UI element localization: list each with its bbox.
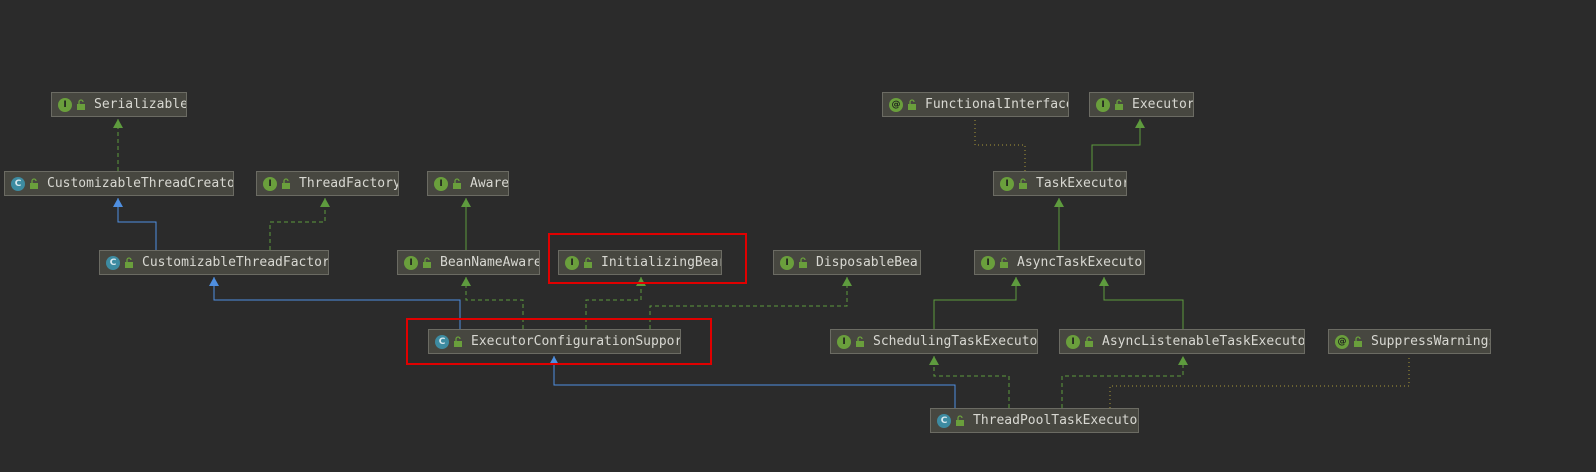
unlocked-icon: [423, 256, 431, 268]
unlocked-icon: [799, 256, 807, 268]
edge-arrowhead: [1054, 198, 1064, 207]
node-label: BeanNameAware: [440, 255, 540, 270]
node-label: AsyncTaskExecutor: [1017, 255, 1145, 270]
node-label: ThreadFactory: [299, 176, 399, 191]
interface-icon: I: [263, 176, 277, 191]
edge-async-listenable-task-executor-to-async-task-executor: [1103, 277, 1184, 329]
edge-thread-pool-task-executor-to-async-listenable-task-executor: [1061, 356, 1184, 408]
node-label: ThreadPoolTaskExecuto: [973, 413, 1138, 428]
node-label: SchedulingTaskExecuto: [873, 334, 1038, 349]
unlocked-icon: [1085, 335, 1093, 347]
interface-icon: I: [58, 97, 72, 112]
interface-icon: I: [1096, 97, 1110, 112]
node-label: CustomizableThreadCreato: [47, 176, 234, 191]
edges-layer: [113, 119, 1410, 408]
node-async-task-executor[interactable]: I AsyncTaskExecutor: [974, 250, 1145, 275]
edge-arrowhead: [842, 277, 852, 286]
edge-arrowhead: [209, 277, 219, 286]
edge-arrowhead: [113, 198, 123, 207]
edge-arrowhead: [929, 356, 939, 365]
node-customizable-thread-creator[interactable]: C CustomizableThreadCreato: [4, 171, 234, 196]
edge-arrowhead: [1135, 119, 1145, 128]
edge-arrowhead: [461, 277, 471, 286]
node-suppress-warnings[interactable]: @ SuppressWarnings: [1328, 329, 1491, 354]
node-label: Serializable: [94, 97, 187, 112]
node-label: SuppressWarnings: [1371, 334, 1491, 349]
unlocked-icon: [453, 177, 461, 189]
node-thread-pool-task-executor[interactable]: C ThreadPoolTaskExecuto: [930, 408, 1139, 433]
unlocked-icon: [908, 98, 916, 110]
edge-arrowhead: [1178, 356, 1188, 365]
annotation-icon: @: [889, 97, 903, 112]
node-aware[interactable]: I Aware: [427, 171, 509, 196]
node-serializable[interactable]: I Serializable: [51, 92, 187, 117]
node-label: AsyncListenableTaskExecuto: [1102, 334, 1305, 349]
node-functional-interface[interactable]: @ FunctionalInterface: [882, 92, 1069, 117]
interface-icon: I: [1066, 334, 1080, 349]
edge-scheduling-task-executor-to-async-task-executor: [933, 277, 1017, 329]
edge-task-executor-to-functional-interface: [974, 119, 1026, 171]
highlight-box-executor-configuration-support: [406, 318, 712, 365]
unlocked-icon: [856, 335, 864, 347]
node-label: FunctionalInterface: [925, 97, 1069, 112]
class-icon: C: [937, 413, 951, 428]
edge-arrowhead: [461, 198, 471, 207]
interface-icon: I: [981, 255, 995, 270]
annotation-icon: @: [1335, 334, 1349, 349]
unlocked-icon: [1019, 177, 1027, 189]
edge-thread-pool-task-executor-to-scheduling-task-executor: [933, 356, 1010, 408]
unlocked-icon: [282, 177, 290, 189]
node-bean-name-aware[interactable]: I BeanNameAware: [397, 250, 540, 275]
node-label: CustomizableThreadFactor: [142, 255, 329, 270]
interface-icon: I: [837, 334, 851, 349]
node-label: Executor: [1132, 97, 1194, 112]
unlocked-icon: [30, 177, 38, 189]
edge-arrowhead: [113, 119, 123, 128]
node-scheduling-task-executor[interactable]: I SchedulingTaskExecuto: [830, 329, 1038, 354]
node-disposable-bean[interactable]: I DisposableBear: [773, 250, 921, 275]
node-label: DisposableBear: [816, 255, 921, 270]
edge-arrowhead: [1011, 277, 1021, 286]
node-executor[interactable]: I Executor: [1089, 92, 1194, 117]
interface-icon: I: [434, 176, 448, 191]
edge-customizable-thread-factory-to-customizable-thread-creator: [117, 198, 157, 250]
unlocked-icon: [1115, 98, 1123, 110]
class-diagram: I Serializable C CustomizableThreadCreato I T…: [0, 0, 1596, 472]
edge-task-executor-to-executor: [1091, 119, 1141, 171]
edge-customizable-thread-factory-to-thread-factory: [269, 198, 326, 250]
interface-icon: I: [780, 255, 794, 270]
unlocked-icon: [1000, 256, 1008, 268]
class-icon: C: [106, 255, 120, 270]
node-async-listenable-task-executor[interactable]: I AsyncListenableTaskExecuto: [1059, 329, 1305, 354]
node-label: Aware: [470, 176, 509, 191]
highlight-box-initializing-bean: [548, 233, 747, 284]
node-label: TaskExecutor: [1036, 176, 1127, 191]
node-thread-factory[interactable]: I ThreadFactory: [256, 171, 399, 196]
class-icon: C: [11, 176, 25, 191]
interface-icon: I: [1000, 176, 1014, 191]
edge-arrowhead: [320, 198, 330, 207]
unlocked-icon: [77, 98, 85, 110]
interface-icon: I: [404, 255, 418, 270]
unlocked-icon: [956, 414, 964, 426]
unlocked-icon: [1354, 335, 1362, 347]
unlocked-icon: [125, 256, 133, 268]
edge-thread-pool-task-executor-to-suppress-warnings: [1109, 356, 1410, 408]
node-customizable-thread-factory[interactable]: C CustomizableThreadFactor: [99, 250, 329, 275]
edge-arrowhead: [1099, 277, 1109, 286]
node-task-executor[interactable]: I TaskExecutor: [993, 171, 1127, 196]
